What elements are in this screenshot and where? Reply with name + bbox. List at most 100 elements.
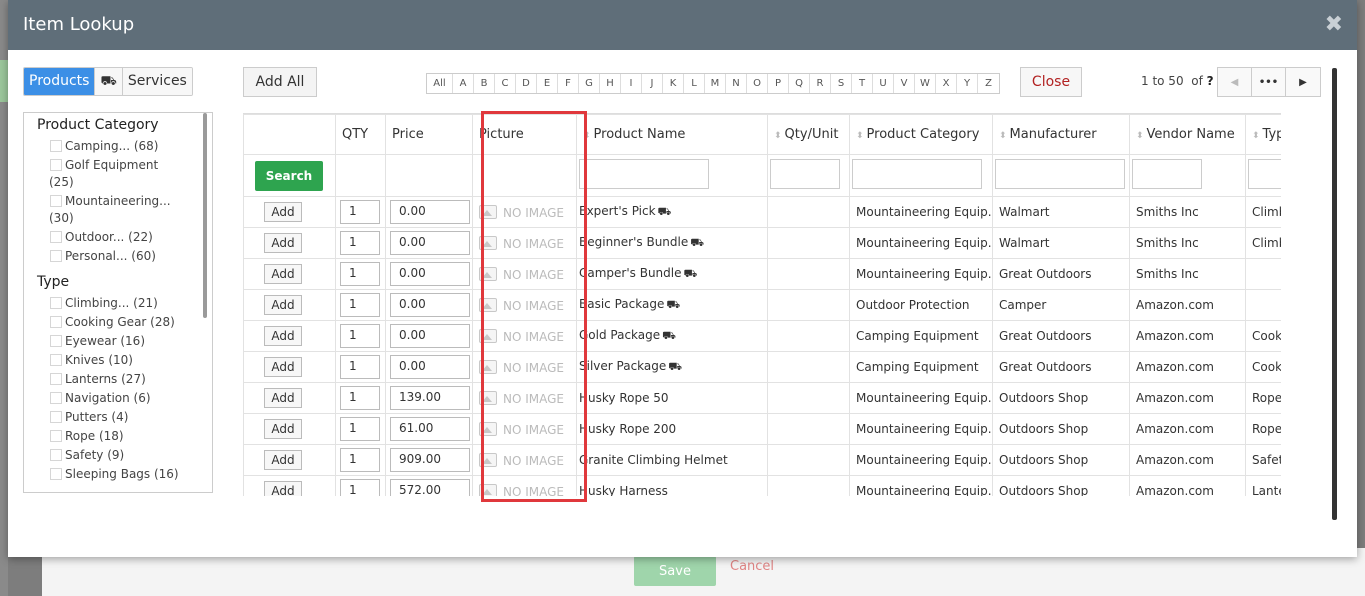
letter-filter-k[interactable]: K (663, 74, 684, 93)
letter-filter-y[interactable]: Y (957, 74, 978, 93)
filter-scrollbar[interactable] (203, 113, 207, 318)
letter-filter-x[interactable]: X (936, 74, 957, 93)
add-item-button[interactable]: Add (264, 450, 302, 470)
checkbox[interactable] (50, 354, 62, 366)
add-item-button[interactable]: Add (264, 295, 302, 315)
type-filter-item[interactable]: Navigation (6) (37, 390, 187, 407)
checkbox[interactable] (50, 430, 62, 442)
close-button[interactable]: Close (1020, 67, 1082, 97)
manufacturer-filter-input[interactable] (995, 159, 1125, 189)
cancel-link[interactable]: Cancel (730, 559, 774, 574)
price-input[interactable]: 61.00 (390, 417, 470, 441)
checkbox[interactable] (50, 392, 62, 404)
column-header[interactable]: ⬍ Product Name (576, 114, 768, 155)
type-filter-item[interactable]: Knives (10) (37, 352, 187, 369)
letter-filter-u[interactable]: U (873, 74, 894, 93)
price-input[interactable]: 0.00 (390, 324, 470, 348)
qty-input[interactable]: 1 (340, 448, 380, 472)
qty-input[interactable]: 1 (340, 293, 380, 317)
column-header[interactable]: ⬍ Vendor Name (1129, 114, 1246, 155)
letter-filter-all[interactable]: All (427, 74, 453, 93)
type-filter-item[interactable]: Cooking Gear (28) (37, 314, 187, 331)
qty-input[interactable]: 1 (340, 231, 380, 255)
letter-filter-g[interactable]: G (579, 74, 600, 93)
letter-filter-n[interactable]: N (726, 74, 747, 93)
checkbox[interactable] (50, 449, 62, 461)
add-item-button[interactable]: Add (264, 326, 302, 346)
letter-filter-r[interactable]: R (810, 74, 831, 93)
pager-more-button[interactable]: ••• (1252, 68, 1286, 96)
type-filter-item[interactable]: Lanterns (27) (37, 371, 187, 388)
save-button[interactable]: Save (634, 556, 716, 586)
qty-unit-filter-input[interactable] (770, 159, 840, 189)
add-item-button[interactable]: Add (264, 233, 302, 253)
qty-input[interactable]: 1 (340, 386, 380, 410)
letter-filter-v[interactable]: V (894, 74, 915, 93)
checkbox[interactable] (50, 231, 62, 243)
type-filter-input[interactable] (1248, 159, 1281, 189)
tab-services[interactable]: Services (122, 68, 192, 95)
letter-filter-s[interactable]: S (831, 74, 852, 93)
checkbox[interactable] (50, 335, 62, 347)
type-filter-item[interactable]: Sleeping Bags (16) (37, 466, 187, 483)
category-filter-item[interactable]: Golf Equipment (25) (37, 157, 187, 191)
letter-filter-o[interactable]: O (747, 74, 768, 93)
checkbox[interactable] (50, 159, 62, 171)
letter-filter-z[interactable]: Z (978, 74, 999, 93)
column-header[interactable]: ⬍ Qty/Unit (767, 114, 850, 155)
qty-input[interactable]: 1 (340, 355, 380, 379)
letter-filter-c[interactable]: C (495, 74, 516, 93)
search-button[interactable]: Search (255, 160, 323, 191)
qty-input[interactable]: 1 (340, 324, 380, 348)
column-header[interactable]: ⬍ Manufacturer (992, 114, 1130, 155)
letter-filter-q[interactable]: Q (789, 74, 810, 93)
price-input[interactable]: 0.00 (390, 200, 470, 224)
qty-input[interactable]: 1 (340, 417, 380, 441)
checkbox[interactable] (50, 250, 62, 262)
checkbox[interactable] (50, 316, 62, 328)
add-all-button[interactable]: Add All (243, 67, 317, 97)
pager-next-button[interactable]: ▶ (1286, 68, 1320, 96)
qty-input[interactable]: 1 (340, 262, 380, 286)
type-filter-item[interactable]: Putters (4) (37, 409, 187, 426)
price-input[interactable]: 0.00 (390, 355, 470, 379)
pager-prev-button[interactable]: ◀ (1218, 68, 1252, 96)
checkbox[interactable] (50, 195, 62, 207)
letter-filter-a[interactable]: A (453, 74, 474, 93)
tab-bundles[interactable]: ⛟ (95, 68, 123, 95)
price-input[interactable]: 909.00 (390, 448, 470, 472)
close-icon[interactable]: ✖ (1325, 12, 1343, 37)
letter-filter-i[interactable]: I (621, 74, 642, 93)
letter-filter-f[interactable]: F (558, 74, 579, 93)
letter-filter-w[interactable]: W (915, 74, 936, 93)
tab-products[interactable]: Products (24, 68, 96, 95)
checkbox[interactable] (50, 297, 62, 309)
category-filter-item[interactable]: Camping... (68) (37, 138, 187, 155)
add-item-button[interactable]: Add (264, 357, 302, 377)
letter-filter-d[interactable]: D (516, 74, 537, 93)
letter-filter-e[interactable]: E (537, 74, 558, 93)
product-name-filter-input[interactable] (579, 159, 709, 189)
checkbox[interactable] (50, 373, 62, 385)
letter-filter-m[interactable]: M (705, 74, 726, 93)
type-filter-item[interactable]: Rope (18) (37, 428, 187, 445)
letter-filter-b[interactable]: B (474, 74, 495, 93)
add-item-button[interactable]: Add (264, 481, 302, 496)
checkbox[interactable] (50, 411, 62, 423)
letter-filter-p[interactable]: P (768, 74, 789, 93)
qty-input[interactable]: 1 (340, 200, 380, 224)
price-input[interactable]: 0.00 (390, 231, 470, 255)
product-category-filter-input[interactable] (852, 159, 982, 189)
qty-input[interactable]: 1 (340, 479, 380, 496)
add-item-button[interactable]: Add (264, 388, 302, 408)
letter-filter-j[interactable]: J (642, 74, 663, 93)
price-input[interactable]: 139.00 (390, 386, 470, 410)
type-filter-item[interactable]: Climbing... (21) (37, 295, 187, 312)
price-input[interactable]: 572.00 (390, 479, 470, 496)
category-filter-item[interactable]: Mountaineering... (30) (37, 193, 187, 227)
letter-filter-l[interactable]: L (684, 74, 705, 93)
modal-scrollbar[interactable] (1332, 68, 1337, 520)
type-filter-item[interactable]: Eyewear (16) (37, 333, 187, 350)
vendor-name-filter-input[interactable] (1132, 159, 1202, 189)
category-filter-item[interactable]: Personal... (60) (37, 248, 187, 265)
